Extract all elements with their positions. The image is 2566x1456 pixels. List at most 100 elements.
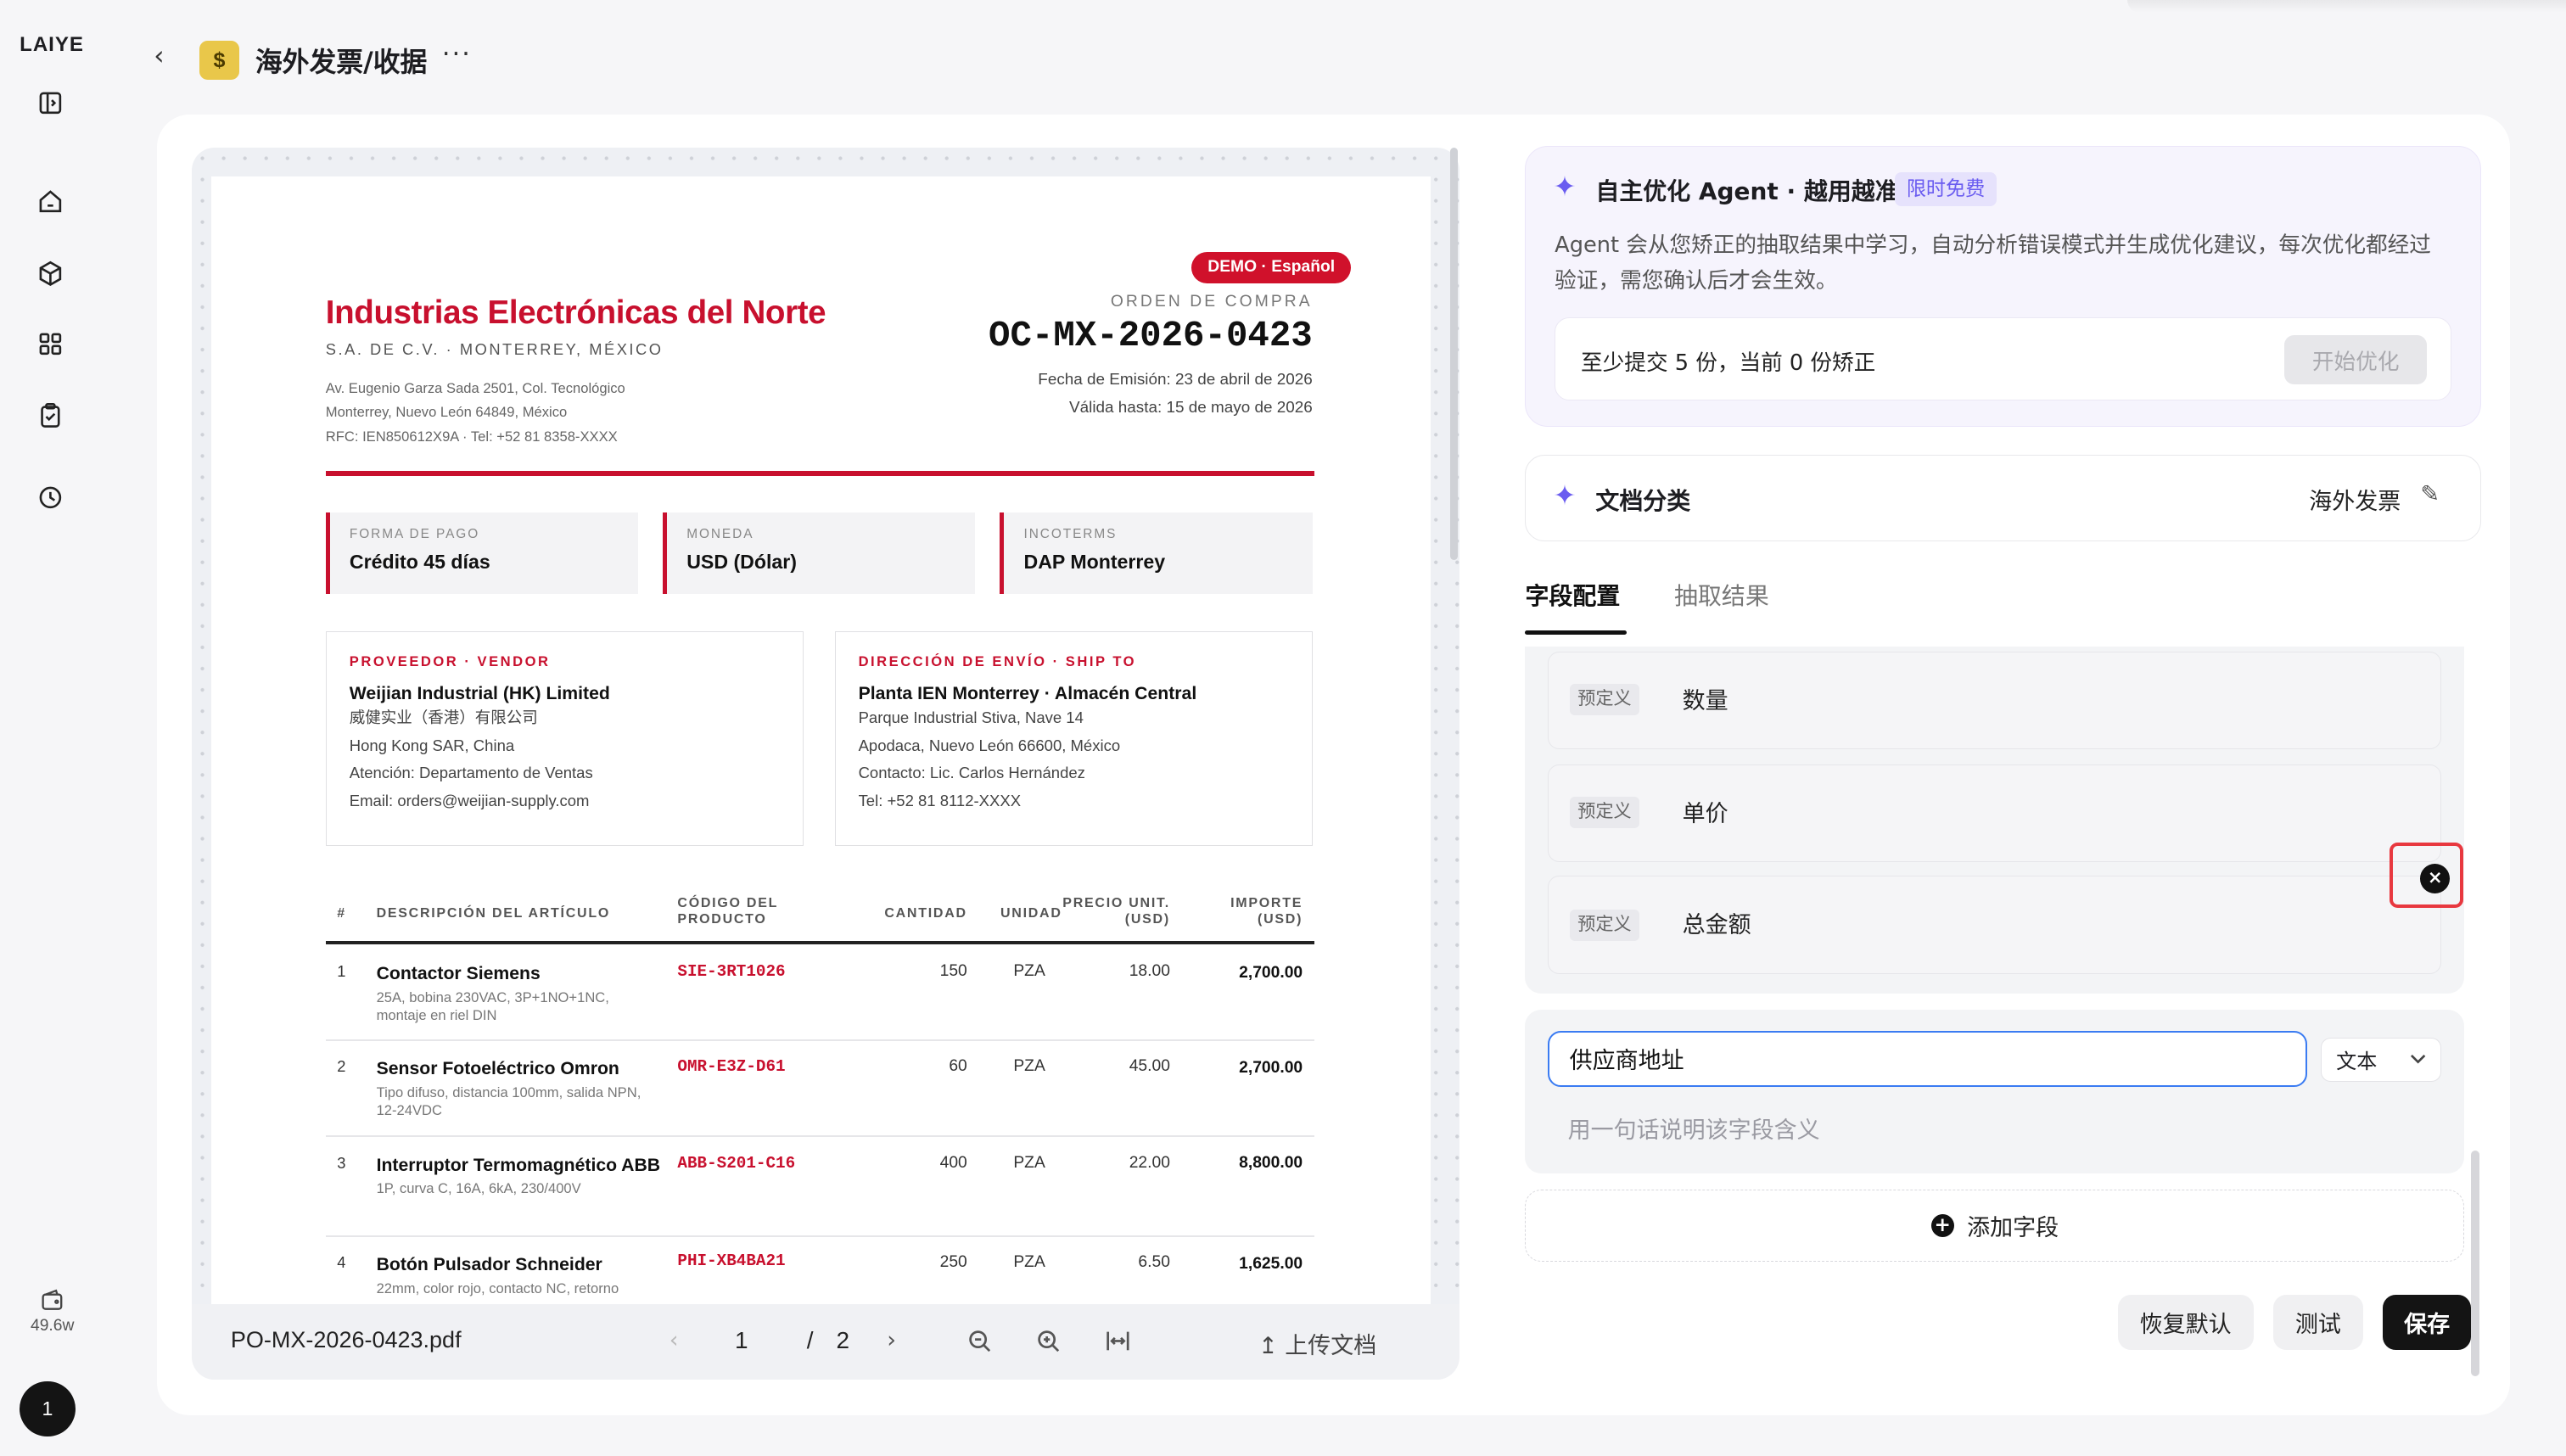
ship-to-line: Contacto: Lic. Carlos Hernández xyxy=(858,764,1085,782)
ship-to-name: Planta IEN Monterrey · Almacén Central xyxy=(858,683,1197,703)
item-name: Contactor Siemens xyxy=(376,964,541,983)
field-type-value: 文本 xyxy=(2336,1050,2378,1074)
item-price: 6.50 xyxy=(1138,1253,1170,1272)
item-code: OMR-E3Z-D61 xyxy=(677,1056,786,1076)
item-unit: PZA xyxy=(1013,962,1045,980)
cube-icon[interactable] xyxy=(33,255,69,291)
field-type-select[interactable]: 文本 xyxy=(2320,1037,2442,1082)
term-value: DAP Monterrey xyxy=(1023,550,1166,573)
th-price: PRECIO UNIT. (USD) xyxy=(1062,895,1170,927)
field-tag: 预定义 xyxy=(1569,797,1640,828)
ship-to-box: DIRECCIÓN DE ENVÍO · SHIP TO Planta IEN … xyxy=(834,631,1313,847)
row-num: 4 xyxy=(337,1253,346,1272)
item-qty: 60 xyxy=(949,1056,967,1075)
agent-description: Agent 会从您矫正的抽取结果中学习，自动分析错误模式并生成优化建议，每次优化… xyxy=(1555,232,2431,294)
doc-class-label: 文档分类 xyxy=(1595,486,1691,515)
address-line: Monterrey, Nuevo León 64849, México xyxy=(325,404,568,421)
close-icon[interactable]: × xyxy=(2420,864,2451,893)
laiye-logo: LAIYE xyxy=(20,32,84,56)
left-rail: LAIYE 49.6w 1 xyxy=(0,0,102,1456)
add-field-button[interactable]: + 添加字段 xyxy=(1525,1190,2465,1262)
credit-balance[interactable]: 49.6w xyxy=(16,1288,88,1336)
row-desc: Interruptor Termomagnético ABB 1P, curva… xyxy=(377,1154,664,1198)
test-button[interactable]: 测试 xyxy=(2272,1294,2363,1351)
agent-status: 至少提交 5 份，当前 0 份矫正 xyxy=(1581,350,1876,376)
term-box: INCOTERMS DAP Monterrey xyxy=(1000,512,1313,595)
item-detail: 25A, bobina 230VAC, 3P+1NO+1NC, montaje … xyxy=(376,988,609,1024)
item-qty: 400 xyxy=(939,1153,967,1172)
home-icon[interactable] xyxy=(33,183,69,219)
order-dates: Fecha de Emisión: 23 de abril de 2026 Vá… xyxy=(1038,367,1312,423)
next-page-icon[interactable]: › xyxy=(887,1327,896,1353)
preview-scrollbar[interactable] xyxy=(1449,147,1459,560)
item-price: 22.00 xyxy=(1129,1153,1170,1172)
field-tag: 预定义 xyxy=(1569,684,1640,715)
sidebar-toggle-icon[interactable] xyxy=(33,85,69,120)
item-detail: Tipo difuso, distancia 100mm, salida NPN… xyxy=(376,1084,642,1118)
vendor-title: PROVEEDOR · VENDOR xyxy=(349,653,551,670)
fit-width-icon[interactable] xyxy=(1105,1329,1131,1359)
prev-page-icon[interactable]: ‹ xyxy=(670,1327,679,1353)
plus-circle-icon: + xyxy=(1930,1214,1954,1237)
row-divider xyxy=(325,1235,1314,1237)
ship-to-title: DIRECCIÓN DE ENVÍO · SHIP TO xyxy=(858,653,1137,670)
th-num: # xyxy=(337,905,346,921)
grid-icon[interactable] xyxy=(33,326,69,361)
save-button[interactable]: 保存 xyxy=(2383,1294,2472,1351)
item-name: Botón Pulsador Schneider xyxy=(376,1255,602,1275)
row-divider xyxy=(325,1135,1314,1138)
term-label: MONEDA xyxy=(686,526,754,541)
clock-icon[interactable] xyxy=(33,479,69,515)
current-page-input[interactable]: 1 xyxy=(735,1327,748,1354)
more-options-icon[interactable]: ··· xyxy=(442,39,472,70)
field-description-input[interactable]: 用一句话说明该字段含义 xyxy=(1568,1112,1820,1145)
ship-to-line: Apodaca, Nuevo León 66600, México xyxy=(858,736,1121,754)
vendor-line: 威健实业（香港）有限公司 xyxy=(349,708,538,726)
field-name: 单价 xyxy=(1682,801,1728,828)
agent-title: 自主优化 Agent · 越用越准 xyxy=(1595,177,1899,206)
vendor-name: Weijian Industrial (HK) Limited xyxy=(349,683,610,703)
item-total: 2,700.00 xyxy=(1239,963,1303,982)
th-total: IMPORTE (USD) xyxy=(1230,895,1303,927)
th-desc: DESCRIPCIÓN DEL ARTÍCULO xyxy=(376,905,611,921)
chevron-left-icon[interactable]: ‹ xyxy=(154,41,164,71)
field-name-input[interactable] xyxy=(1548,1031,2308,1087)
item-price: 45.00 xyxy=(1129,1056,1170,1075)
tab-field-config[interactable]: 字段配置 xyxy=(1525,578,1620,612)
app-icon: $ xyxy=(199,41,239,81)
user-avatar[interactable]: 1 xyxy=(20,1380,76,1437)
row-desc: Botón Pulsador Schneider 22mm, color roj… xyxy=(377,1253,664,1297)
edit-icon[interactable]: ✎ xyxy=(2420,481,2440,507)
total-pages: 2 xyxy=(836,1327,850,1354)
clipboard-check-icon[interactable] xyxy=(33,398,69,434)
row-num: 3 xyxy=(337,1153,346,1172)
term-value: USD (Dólar) xyxy=(686,550,797,573)
zoom-out-icon[interactable] xyxy=(967,1329,992,1359)
upload-icon: ↥ xyxy=(1258,1333,1278,1360)
item-unit: PZA xyxy=(1013,1153,1045,1172)
free-tag: 限时免费 xyxy=(1895,171,1997,206)
reset-default-button[interactable]: 恢复默认 xyxy=(2117,1294,2254,1351)
address-line: RFC: IEN850612X9A · Tel: +52 81 8358-XXX… xyxy=(325,428,618,445)
zoom-in-icon[interactable] xyxy=(1036,1329,1061,1359)
item-qty: 250 xyxy=(939,1253,967,1272)
th-code: CÓDIGO DEL PRODUCTO xyxy=(677,895,778,927)
item-name: Sensor Fotoeléctrico Omron xyxy=(376,1058,619,1078)
file-name: PO-MX-2026-0423.pdf xyxy=(230,1327,462,1353)
item-total: 8,800.00 xyxy=(1239,1153,1303,1172)
tab-indicator xyxy=(1525,630,1628,636)
vendor-line: Email: orders@weijian-supply.com xyxy=(349,792,590,810)
item-unit: PZA xyxy=(1013,1056,1045,1075)
ship-to-line: Tel: +52 81 8112-XXXX xyxy=(858,792,1022,810)
tab-extract-result[interactable]: 抽取结果 xyxy=(1674,578,1769,612)
credit-amount: 49.6w xyxy=(30,1317,75,1336)
term-label: FORMA DE PAGO xyxy=(349,526,480,541)
item-code: PHI-XB4BA21 xyxy=(677,1252,786,1271)
row-num: 2 xyxy=(337,1056,346,1075)
term-box: FORMA DE PAGO Crédito 45 días xyxy=(325,512,639,595)
panel-scrollbar[interactable] xyxy=(2471,1150,2479,1376)
upload-button[interactable]: ↥ 上传文档 xyxy=(1258,1327,1376,1360)
company-address: Av. Eugenio Garza Sada 2501, Col. Tecnol… xyxy=(326,377,625,451)
vendor-line: Hong Kong SAR, China xyxy=(349,736,515,754)
start-optimize-button[interactable]: 开始优化 xyxy=(2284,335,2428,385)
